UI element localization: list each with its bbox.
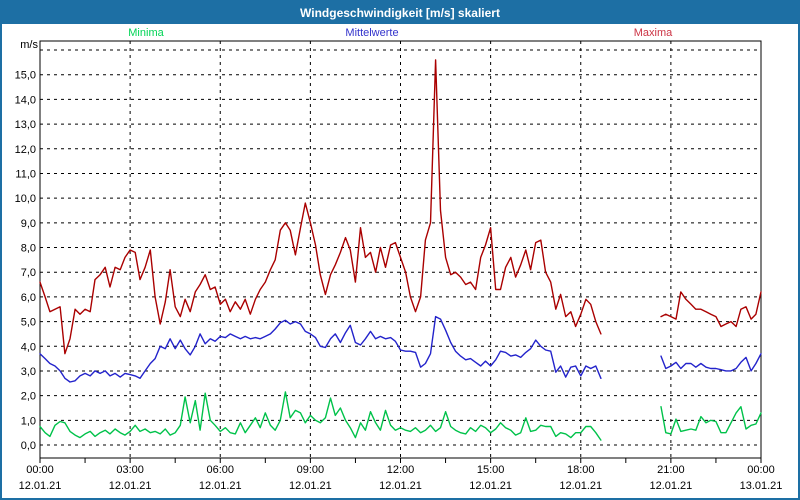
x-time-label: 00:00 <box>26 464 54 476</box>
x-date-label: 12.01.21 <box>469 480 512 492</box>
x-date-label: 12.01.21 <box>19 480 62 492</box>
y-tick-label: 15,0 <box>15 70 36 82</box>
x-date-label: 13.01.21 <box>740 480 783 492</box>
chart-window: Windgeschwindigkeit [m/s] skaliert Minim… <box>0 0 800 500</box>
y-tick-label: 13,0 <box>15 119 36 131</box>
y-tick-label: 5,0 <box>21 317 36 329</box>
y-tick-label: 4,0 <box>21 341 36 353</box>
y-tick-label: 8,0 <box>21 243 36 255</box>
x-time-label: 03:00 <box>116 464 144 476</box>
x-time-label: 21:00 <box>657 464 685 476</box>
y-tick-label: 7,0 <box>21 267 36 279</box>
x-date-label: 12.01.21 <box>199 480 242 492</box>
x-time-label: 15:00 <box>477 464 505 476</box>
y-tick-label: 12,0 <box>15 144 36 156</box>
y-tick-label: 2,0 <box>21 391 36 403</box>
y-tick-label: 10,0 <box>15 193 36 205</box>
x-time-label: 06:00 <box>206 464 234 476</box>
y-tick-label: 14,0 <box>15 94 36 106</box>
x-time-label: 00:00 <box>747 464 775 476</box>
x-date-label: 12.01.21 <box>289 480 332 492</box>
x-date-label: 12.01.21 <box>559 480 602 492</box>
x-date-label: 12.01.21 <box>109 480 152 492</box>
y-tick-label: 0,0 <box>21 440 36 452</box>
x-time-label: 12:00 <box>387 464 415 476</box>
x-date-label: 12.01.21 <box>649 480 692 492</box>
x-time-label: 09:00 <box>297 464 325 476</box>
plot-border <box>39 40 762 459</box>
wind-speed-line-chart: 0,0 1,0 2,0 3,0 4,0 5,0 6,0 7,0 8,0 9,0 10,0 11,0 12… <box>15 40 783 492</box>
y-tick-label: 3,0 <box>21 366 36 378</box>
x-date-label: 12.01.21 <box>379 480 422 492</box>
y-tick-label: 11,0 <box>15 168 36 180</box>
y-tick-label: 1,0 <box>21 415 36 427</box>
x-time-label: 18:00 <box>567 464 595 476</box>
y-tick-label: 6,0 <box>21 292 36 304</box>
y-tick-label: 9,0 <box>21 218 36 230</box>
